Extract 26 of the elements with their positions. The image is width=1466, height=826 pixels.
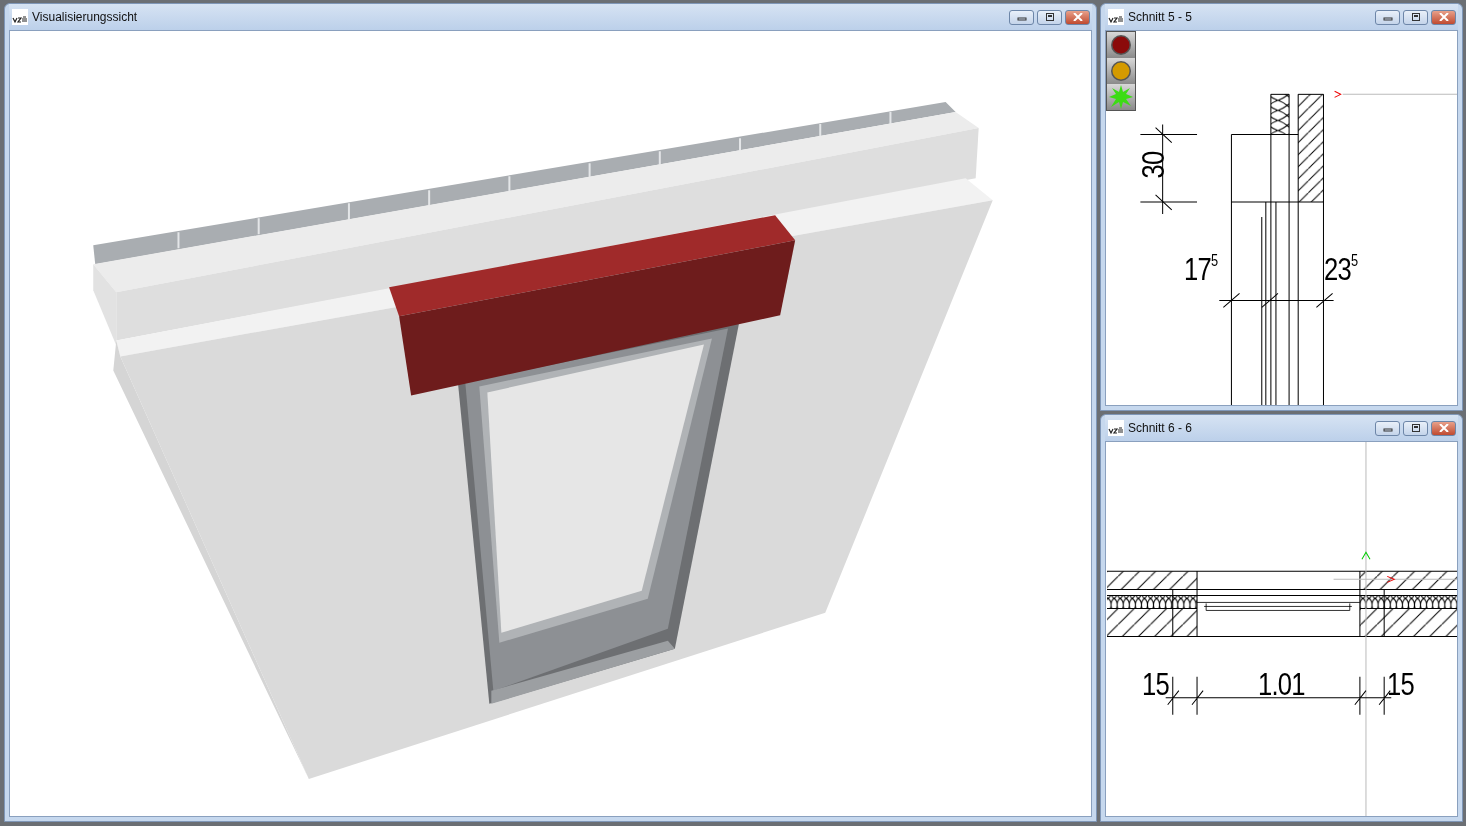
app-logo-icon <box>1108 420 1124 436</box>
maximize-icon <box>1044 13 1055 21</box>
close-icon <box>1438 424 1449 432</box>
window-title: Visualisierungssicht <box>32 10 139 24</box>
dimension-label: 15 <box>1387 668 1414 700</box>
window-title: Schnitt 6 - 6 <box>1128 421 1194 435</box>
maximize-button[interactable] <box>1403 9 1428 25</box>
dimension-label: 23$^{5}$ <box>1324 253 1358 285</box>
status-light[interactable] <box>1107 32 1135 58</box>
maximize-icon <box>1410 13 1421 21</box>
app-logo-icon <box>1108 9 1124 25</box>
dimension-label: 1.01 <box>1258 668 1305 700</box>
close-button[interactable] <box>1065 9 1090 25</box>
dimension-label: 17$^{5}$ <box>1184 253 1218 285</box>
close-button[interactable] <box>1431 420 1456 436</box>
dimension-label: 30 <box>1136 151 1169 179</box>
maximize-button[interactable] <box>1037 9 1062 25</box>
window-title: Schnitt 5 - 5 <box>1128 10 1194 24</box>
close-button[interactable] <box>1431 9 1456 25</box>
close-icon <box>1072 13 1083 21</box>
maximize-button[interactable] <box>1403 420 1428 436</box>
dimension-label: 15 <box>1142 668 1169 700</box>
status-light[interactable] <box>1107 58 1135 84</box>
maximize-icon <box>1410 424 1421 432</box>
close-icon <box>1438 13 1449 21</box>
app-logo-icon <box>12 9 28 25</box>
